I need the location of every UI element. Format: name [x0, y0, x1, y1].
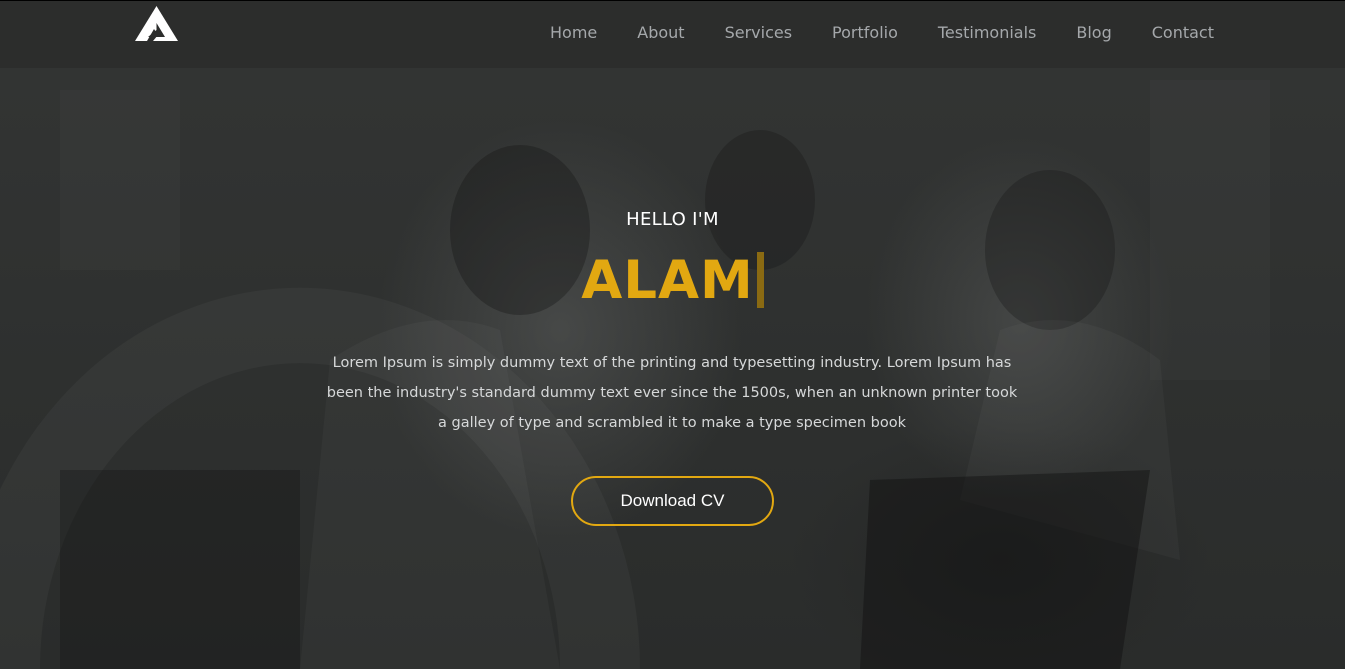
nav-link-contact[interactable]: Contact	[1152, 23, 1214, 42]
nav-item-services: Services	[725, 21, 792, 45]
nav-item-portfolio: Portfolio	[832, 21, 898, 45]
navbar: Home About Services Portfolio Testimonia…	[0, 1, 1345, 68]
download-cv-button[interactable]: Download CV	[571, 476, 774, 526]
hero-name-line: ALAM	[0, 250, 1345, 320]
triangle-a-logo-icon[interactable]	[135, 6, 178, 41]
nav-menu: Home About Services Portfolio Testimonia…	[550, 21, 1214, 45]
nav-item-about: About	[637, 21, 684, 45]
nav-item-blog: Blog	[1076, 21, 1111, 45]
nav-item-contact: Contact	[1152, 21, 1214, 45]
page-top-border	[0, 0, 1345, 1]
nav-item-home: Home	[550, 21, 597, 45]
hero-name: ALAM	[581, 250, 754, 311]
nav-link-testimonials[interactable]: Testimonials	[938, 23, 1037, 42]
hero-greeting: HELLO I'M	[626, 209, 719, 230]
nav-item-testimonials: Testimonials	[938, 21, 1037, 45]
nav-link-portfolio[interactable]: Portfolio	[832, 23, 898, 42]
hero-section: HELLO I'M ALAM Lorem Ipsum is simply dum…	[0, 68, 1345, 669]
nav-link-home[interactable]: Home	[550, 23, 597, 42]
typing-cursor	[756, 252, 764, 308]
nav-link-blog[interactable]: Blog	[1076, 23, 1111, 42]
nav-link-about[interactable]: About	[637, 23, 684, 42]
nav-link-services[interactable]: Services	[725, 23, 792, 42]
hero-intro-text: Lorem Ipsum is simply dummy text of the …	[326, 355, 1018, 431]
